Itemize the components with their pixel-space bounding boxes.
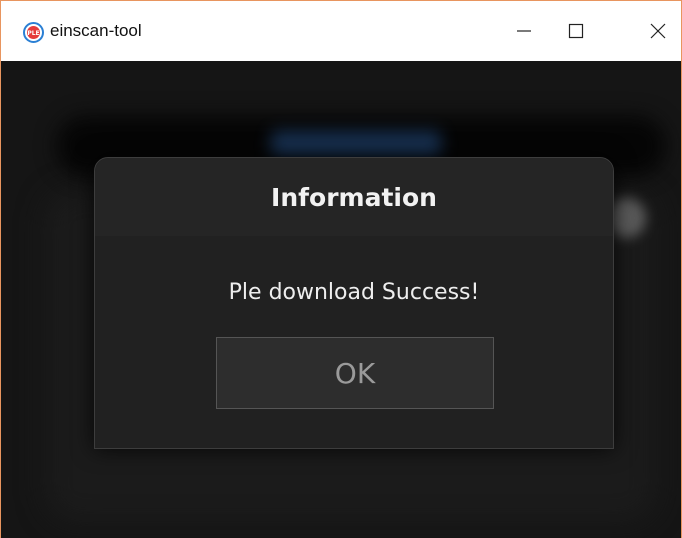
app-content: Information Ple download Success! OK [1, 61, 681, 538]
dialog-title: Information [271, 182, 437, 212]
background-highlight [271, 131, 441, 159]
ok-button[interactable]: OK [216, 337, 494, 409]
dialog-header: Information [95, 158, 613, 236]
svg-text:PLE: PLE [27, 30, 39, 37]
app-window: PLE einscan-tool Information Ple downloa… [0, 0, 682, 538]
close-icon [650, 23, 666, 39]
close-button[interactable] [635, 1, 681, 61]
maximize-icon [568, 23, 584, 39]
dialog-message: Ple download Success! [228, 280, 480, 305]
ple-logo-icon: PLE [23, 22, 44, 43]
minimize-icon [517, 30, 531, 32]
window-title: einscan-tool [50, 21, 142, 40]
maximize-button[interactable] [553, 1, 599, 61]
information-dialog: Information Ple download Success! OK [94, 157, 614, 449]
title-bar[interactable]: PLE einscan-tool [1, 1, 681, 61]
minimize-button[interactable] [501, 1, 547, 61]
